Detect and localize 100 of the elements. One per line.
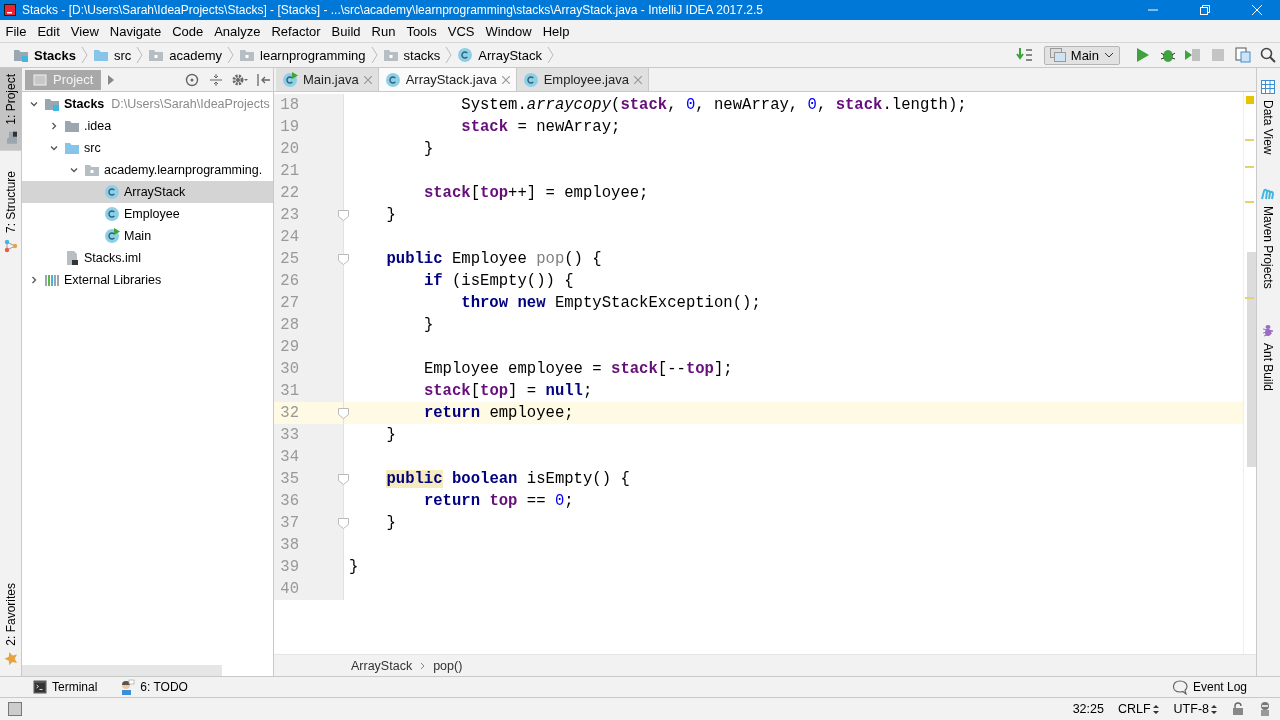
- tree-item[interactable]: ArrayStack: [22, 181, 273, 203]
- inspector-icon: [1258, 701, 1272, 717]
- menu-item[interactable]: Refactor: [265, 21, 327, 41]
- tree-item[interactable]: src: [22, 137, 273, 159]
- app-icon: [4, 4, 16, 16]
- tool-window-tab[interactable]: Terminal: [30, 680, 101, 694]
- tool-window-tab[interactable]: 1: Project: [0, 68, 22, 151]
- square-icon: [8, 702, 22, 716]
- menu-item[interactable]: Window: [479, 21, 538, 41]
- code-line: if (isEmpty()) {: [422, 272, 574, 290]
- tree-item[interactable]: .idea: [22, 115, 273, 137]
- tree-item[interactable]: academy.learnprogramming.: [22, 159, 273, 181]
- hide-icon: [257, 72, 271, 87]
- breadcrumb[interactable]: pop(): [431, 658, 465, 673]
- line-number: 38: [279, 536, 299, 554]
- chevron-icon: [80, 46, 88, 64]
- tree-item[interactable]: Stacks.iml: [22, 247, 273, 269]
- editor-tab[interactable]: ArrayStack.java: [378, 68, 517, 91]
- project-structure-icon: [1234, 47, 1251, 63]
- menu-item[interactable]: File: [0, 21, 32, 41]
- line-number: 36: [279, 492, 299, 510]
- maven-icon: [1261, 188, 1275, 201]
- build-icon: [1016, 47, 1035, 63]
- menu-item[interactable]: Run: [366, 21, 401, 41]
- menu-item[interactable]: Build: [326, 21, 366, 41]
- line-number: 32: [279, 404, 299, 422]
- menu-item[interactable]: Navigate: [104, 21, 167, 41]
- structure-icon: [4, 238, 18, 253]
- menu-item[interactable]: Help: [537, 21, 575, 41]
- breadcrumb[interactable]: ArrayStack: [454, 47, 545, 63]
- package-icon: [239, 47, 255, 63]
- star-icon: [4, 652, 18, 666]
- tool-windows-button[interactable]: [8, 702, 22, 716]
- tree-item[interactable]: Stacks D:\Users\Sarah\IdeaProjects: [22, 93, 273, 115]
- line-number: 31: [279, 382, 299, 400]
- code-line: }: [422, 316, 434, 334]
- library-icon: [44, 272, 60, 288]
- breadcrumb[interactable]: ArrayStack: [349, 658, 415, 673]
- breadcrumb[interactable]: academy: [145, 47, 225, 63]
- terminal-icon: [33, 680, 47, 694]
- crosshair-icon: [185, 72, 199, 87]
- chevron-icon: [445, 46, 453, 64]
- breadcrumb[interactable]: Stacks: [10, 47, 79, 63]
- line-number: 26: [279, 272, 299, 290]
- code-line: }: [349, 558, 359, 576]
- breadcrumb[interactable]: stacks: [379, 47, 444, 63]
- chevron-icon: [370, 46, 378, 64]
- line-number: 20: [279, 140, 299, 158]
- code-line: }: [385, 206, 396, 224]
- menu-item[interactable]: Tools: [400, 21, 443, 41]
- todo-icon: [119, 679, 136, 695]
- editor-tab[interactable]: Employee.java: [516, 68, 649, 91]
- class-icon: [104, 228, 120, 244]
- menu-item[interactable]: VCS: [442, 21, 480, 41]
- class-icon: [282, 71, 298, 88]
- run-configuration-dropdown[interactable]: Main: [1043, 45, 1120, 65]
- menu-item[interactable]: View: [65, 21, 105, 41]
- caret-position[interactable]: 32:25: [1072, 702, 1104, 716]
- tool-window-tab[interactable]: Ant Build: [1257, 317, 1279, 398]
- tool-window-tab[interactable]: Data View: [1257, 74, 1279, 161]
- file-icon: [64, 250, 80, 266]
- menu-item[interactable]: Analyze: [208, 21, 266, 41]
- tool-window-tab[interactable]: 6: TODO: [116, 679, 191, 695]
- code-line: stack[top] = null;: [422, 382, 593, 400]
- event-log-tab[interactable]: Event Log: [1168, 679, 1250, 695]
- error-stripe-mark: [1245, 166, 1254, 168]
- folder-icon: [64, 140, 80, 156]
- tree-item[interactable]: Main: [22, 225, 273, 247]
- menu-item[interactable]: Edit: [31, 21, 66, 41]
- breadcrumb[interactable]: src: [89, 47, 135, 63]
- tool-window-tab[interactable]: 2: Favorites: [0, 577, 22, 672]
- breadcrumb[interactable]: learnprogramming: [236, 47, 369, 63]
- tool-window-tab[interactable]: 7: Structure: [0, 164, 22, 259]
- line-number: 39: [279, 558, 299, 576]
- code-line: }: [385, 426, 396, 444]
- warning-marker: [1246, 96, 1254, 104]
- table-icon: [1261, 80, 1275, 94]
- lock-button[interactable]: [1232, 702, 1244, 716]
- editor-tab[interactable]: Main.java: [276, 68, 379, 91]
- line-number: 24: [279, 228, 299, 246]
- window-title: Stacks - [D:\Users\Sarah\IdeaProjects\Stacks] - [Stacks] - ...\src\academy\learnprogramming\stacks\ArrayStack.java - IntelliJ IDEA 2017.2.5: [22, 3, 763, 17]
- line-number: 25: [279, 250, 299, 268]
- tree-item[interactable]: External Libraries: [22, 269, 273, 291]
- project-icon: [33, 72, 47, 87]
- restore-icon: [1200, 5, 1210, 15]
- encoding-widget[interactable]: UTF-8: [1173, 702, 1218, 716]
- scrollbar-thumb[interactable]: [1247, 252, 1256, 467]
- close-icon: [363, 75, 372, 84]
- package-icon: [382, 47, 399, 63]
- inspector-button[interactable]: [1258, 701, 1272, 717]
- line-number: 35: [279, 470, 299, 488]
- code-line: public Employee pop() {: [385, 250, 602, 268]
- class-icon: [457, 47, 474, 63]
- line-number: 30: [279, 360, 299, 378]
- code-line: Employee employee = stack[--top];: [422, 360, 733, 378]
- tree-item[interactable]: Employee: [22, 203, 273, 225]
- line-separator-widget[interactable]: CRLF: [1117, 702, 1160, 716]
- bug-icon: [1159, 47, 1176, 63]
- menu-item[interactable]: Code: [166, 21, 209, 41]
- tool-window-tab[interactable]: Maven Projects: [1257, 182, 1279, 296]
